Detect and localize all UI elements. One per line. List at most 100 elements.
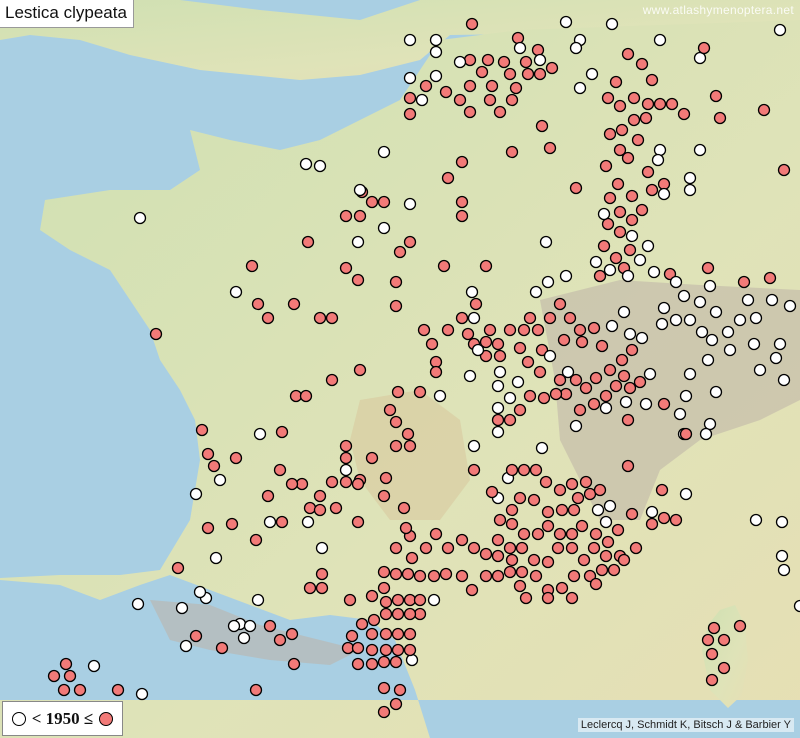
record-old	[299, 157, 313, 171]
record-recent	[325, 311, 339, 325]
record-recent	[491, 337, 505, 351]
record-recent	[611, 523, 625, 537]
record-old	[465, 285, 479, 299]
record-recent	[613, 225, 627, 239]
record-old	[535, 441, 549, 455]
record-recent	[437, 259, 451, 273]
record-recent	[705, 647, 719, 661]
record-recent	[629, 541, 643, 555]
record-old	[559, 15, 573, 29]
record-recent	[455, 311, 469, 325]
record-recent	[413, 569, 427, 583]
record-recent	[573, 323, 587, 337]
record-recent	[367, 613, 381, 627]
record-old	[619, 395, 633, 409]
record-recent	[531, 527, 545, 541]
record-recent	[645, 73, 659, 87]
record-recent	[455, 155, 469, 169]
record-recent	[497, 55, 511, 69]
record-recent	[521, 355, 535, 369]
record-recent	[383, 403, 397, 417]
legend-recent-symbol	[99, 711, 114, 726]
record-recent	[613, 99, 627, 113]
record-recent	[425, 337, 439, 351]
record-recent	[59, 657, 73, 671]
record-old	[765, 293, 779, 307]
record-old	[617, 305, 631, 319]
record-recent	[481, 53, 495, 67]
record-recent	[535, 119, 549, 133]
record-recent	[587, 321, 601, 335]
record-recent	[403, 439, 417, 453]
record-old	[513, 41, 527, 55]
record-recent	[529, 463, 543, 477]
record-recent	[377, 195, 391, 209]
species-title: Lestica clypeata	[0, 0, 134, 28]
record-recent	[273, 463, 287, 477]
record-recent	[519, 55, 533, 69]
record-old	[641, 239, 655, 253]
record-old	[645, 505, 659, 519]
record-old	[683, 183, 697, 197]
record-old	[625, 229, 639, 243]
record-recent	[633, 375, 647, 389]
record-recent	[603, 127, 617, 141]
record-recent	[555, 581, 569, 595]
record-recent	[617, 553, 631, 567]
record-old	[503, 391, 517, 405]
record-recent	[275, 515, 289, 529]
record-recent	[577, 553, 591, 567]
record-old	[541, 275, 555, 289]
record-recent	[549, 387, 563, 401]
record-recent	[329, 501, 343, 515]
record-recent	[571, 491, 585, 505]
record-recent	[679, 427, 693, 441]
record-recent	[565, 541, 579, 555]
distribution-map	[0, 0, 800, 738]
record-old	[721, 325, 735, 339]
record-recent	[491, 533, 505, 547]
record-old	[403, 197, 417, 211]
record-recent	[189, 629, 203, 643]
record-recent	[543, 141, 557, 155]
record-recent	[609, 379, 623, 393]
record-recent	[531, 323, 545, 337]
record-recent	[505, 503, 519, 517]
record-old	[605, 319, 619, 333]
record-old	[559, 269, 573, 283]
record-recent	[639, 111, 653, 125]
record-recent	[513, 341, 527, 355]
record-old	[463, 369, 477, 383]
record-recent	[503, 565, 517, 579]
record-old	[657, 301, 671, 315]
record-recent	[365, 627, 379, 641]
record-recent	[315, 567, 329, 581]
record-recent	[389, 275, 403, 289]
record-recent	[403, 107, 417, 121]
record-recent	[493, 349, 507, 363]
record-recent	[377, 655, 391, 669]
record-old	[695, 325, 709, 339]
record-recent	[441, 323, 455, 337]
record-old	[315, 541, 329, 555]
record-old	[669, 275, 683, 289]
record-old	[693, 51, 707, 65]
record-old	[193, 585, 207, 599]
record-old	[209, 551, 223, 565]
record-old	[533, 53, 547, 67]
record-recent	[251, 297, 265, 311]
record-recent	[517, 463, 531, 477]
record-recent	[519, 591, 533, 605]
record-recent	[575, 519, 589, 533]
record-recent	[709, 89, 723, 103]
record-recent	[589, 371, 603, 385]
record-old	[683, 367, 697, 381]
record-recent	[575, 335, 589, 349]
record-old	[467, 439, 481, 453]
record-old	[703, 417, 717, 431]
record-old	[377, 145, 391, 159]
record-recent	[763, 271, 777, 285]
record-old	[699, 427, 713, 441]
record-old	[237, 631, 251, 645]
record-recent	[389, 697, 403, 711]
